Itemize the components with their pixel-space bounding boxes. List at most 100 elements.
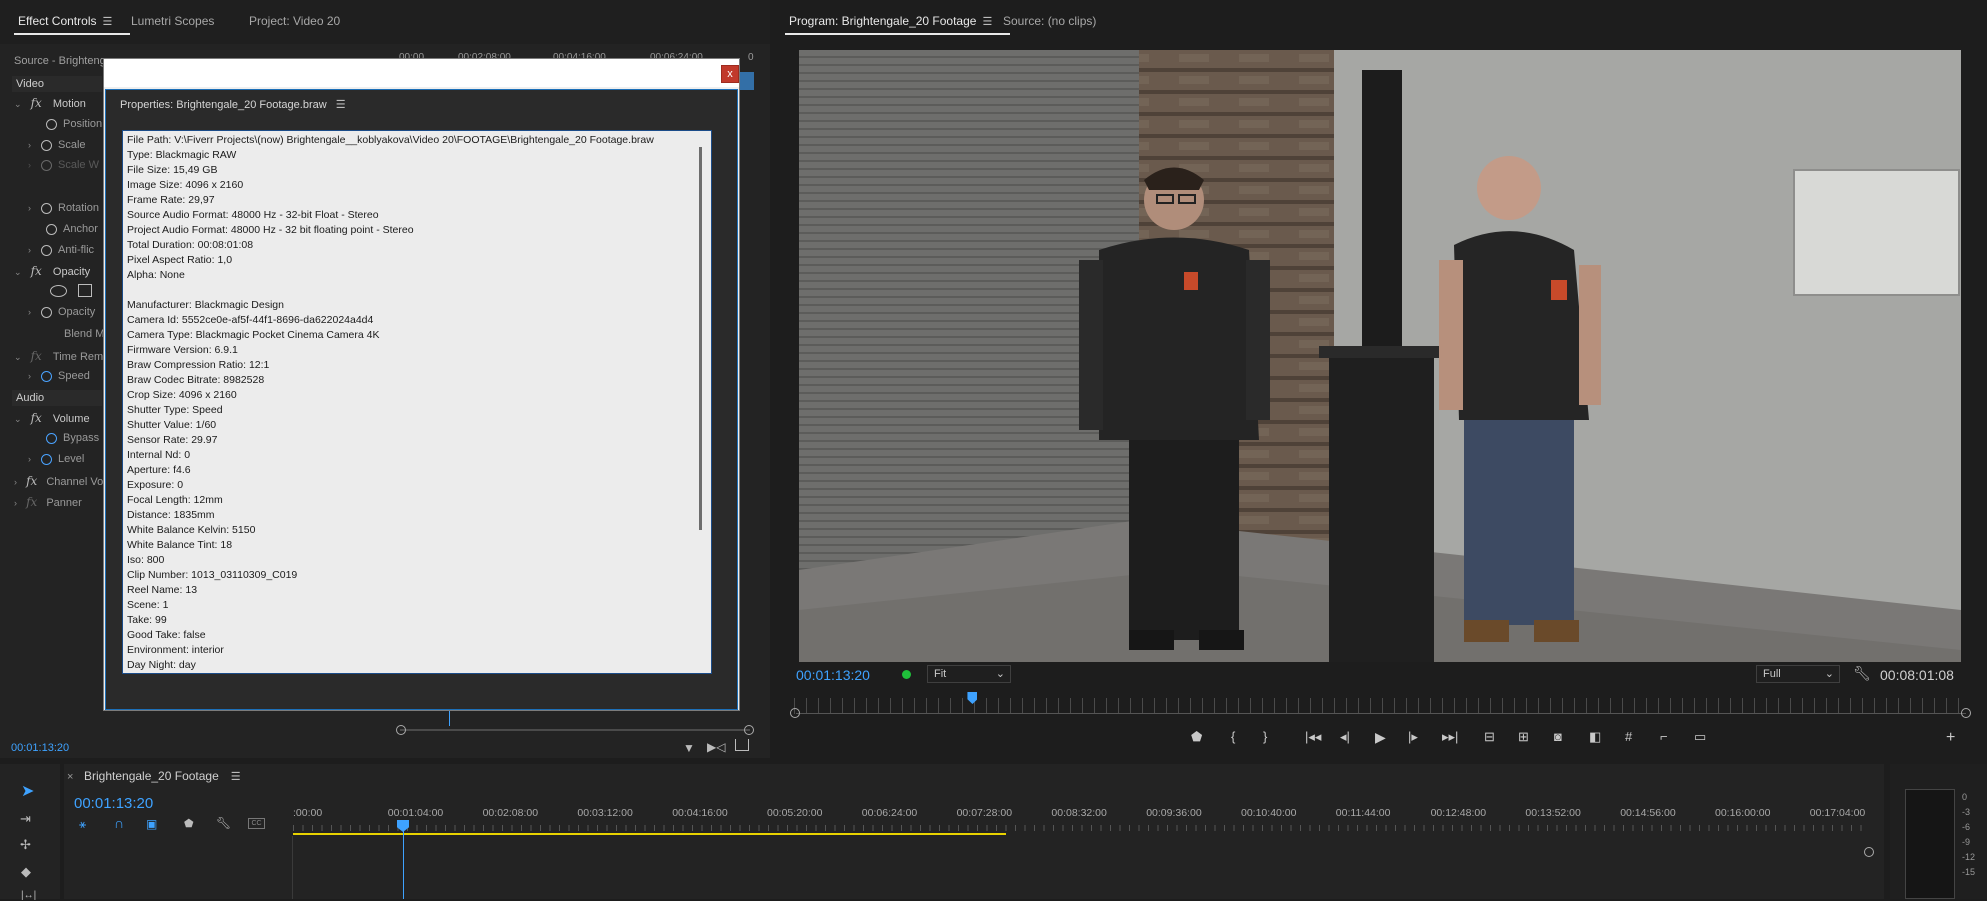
panner-effect[interactable]: › fx Panner — [14, 495, 82, 513]
param-anchor[interactable]: Anchor — [46, 223, 98, 241]
ec-timecode[interactable]: 00:01:13:20 — [11, 742, 69, 760]
tab-lumetri-scopes[interactable]: Lumetri Scopes — [131, 14, 214, 28]
fx-badge-icon[interactable]: fx — [31, 264, 42, 278]
ec-scroll-left-handle[interactable] — [396, 725, 406, 735]
param-blend-mode[interactable]: Blend M — [64, 328, 104, 346]
stopwatch-icon[interactable] — [46, 118, 57, 130]
go-to-in-button[interactable]: |◂◂ — [1305, 729, 1321, 745]
param-level[interactable]: › Level — [28, 453, 84, 471]
opacity-effect[interactable]: ⌄ fx Opacity — [14, 264, 90, 282]
dialog-titlebar[interactable] — [104, 59, 739, 87]
zoom-left-handle[interactable] — [790, 708, 800, 718]
timeline-scroll-handle[interactable] — [1864, 847, 1874, 857]
wrench-settings-icon[interactable]: 🔧︎ — [1853, 665, 1871, 682]
chevron-right-icon[interactable]: › — [28, 307, 31, 317]
export-frame-camera-icon[interactable]: ◙ — [1554, 729, 1562, 744]
rectangle-mask-icon[interactable] — [78, 284, 92, 297]
tab-program[interactable]: Program: Brightengale_20 Footage ☰ — [784, 14, 1011, 35]
chevron-right-icon[interactable]: › — [28, 140, 31, 150]
param-opacity[interactable]: › Opacity — [28, 306, 95, 324]
param-anti-flicker[interactable]: › Anti-flic — [28, 244, 94, 262]
safe-margins-button[interactable]: # — [1625, 729, 1632, 744]
stopwatch-icon[interactable] — [41, 244, 52, 256]
chevron-right-icon[interactable]: › — [28, 203, 31, 213]
mark-in-button[interactable]: { — [1231, 729, 1235, 744]
volume-effect[interactable]: ⌄ fx Volume — [14, 411, 90, 429]
time-remap-effect[interactable]: ⌄ fx Time Rem — [14, 349, 103, 367]
track-select-tool-icon[interactable]: ⇥ — [20, 811, 31, 827]
param-rotation[interactable]: › Rotation — [28, 202, 99, 220]
chevron-right-icon[interactable]: › — [14, 498, 17, 508]
panel-menu-icon[interactable]: ☰ — [102, 16, 112, 28]
guides-button[interactable]: ⌐ — [1660, 729, 1668, 744]
close-button[interactable]: x — [721, 65, 739, 83]
stopwatch-icon[interactable] — [41, 453, 52, 465]
panel-menu-icon[interactable]: ☰ — [982, 16, 992, 28]
add-button-icon[interactable]: + — [1946, 729, 1955, 747]
filter-icon[interactable]: ▼ — [683, 741, 695, 755]
chevron-down-icon[interactable]: ⌄ — [14, 414, 22, 424]
chevron-down-icon[interactable]: ⌄ — [14, 267, 22, 277]
channel-volume-effect[interactable]: › fx Channel Vo — [14, 474, 103, 492]
snap-icon[interactable]: ⚹ — [79, 817, 86, 832]
fx-badge-icon[interactable]: fx — [31, 411, 42, 425]
play-button[interactable]: ▶ — [1375, 729, 1386, 746]
nest-sequence-icon[interactable]: ▣ — [146, 817, 157, 831]
ripple-edit-tool-icon[interactable]: ✢ — [20, 837, 31, 853]
tab-source[interactable]: Source: (no clips) — [1003, 14, 1096, 28]
program-zoom-bar[interactable] — [796, 713, 1966, 714]
panel-menu-icon[interactable]: ☰ — [231, 771, 241, 783]
chevron-right-icon[interactable]: › — [28, 371, 31, 381]
stopwatch-icon[interactable] — [41, 370, 52, 382]
properties-text-area[interactable]: File Path: V:\Fiverr Projects\(now) Brig… — [122, 130, 712, 674]
play-audio-icon[interactable]: ▶◁ — [707, 740, 725, 754]
razor-tool-icon[interactable]: ◆ — [21, 864, 31, 880]
stopwatch-icon[interactable] — [41, 306, 52, 318]
chevron-down-icon[interactable]: ⌄ — [14, 352, 22, 362]
add-marker-button[interactable]: ⬟ — [1191, 729, 1202, 745]
program-timecode[interactable]: 00:01:13:20 — [796, 667, 870, 683]
chevron-down-icon[interactable]: ⌄ — [14, 99, 22, 109]
timeline-timecode[interactable]: 00:01:13:20 — [74, 795, 153, 812]
chevron-right-icon[interactable]: › — [28, 454, 31, 464]
slip-tool-icon[interactable]: |↔| — [21, 890, 36, 901]
close-sequence-icon[interactable]: × — [67, 771, 73, 783]
stopwatch-icon[interactable] — [46, 432, 57, 444]
vr-video-button[interactable]: ▭ — [1694, 729, 1706, 745]
tab-project[interactable]: Project: Video 20 — [249, 14, 340, 28]
fx-badge-icon[interactable]: fx — [26, 474, 37, 488]
linked-selection-icon[interactable]: ∩ — [114, 815, 124, 831]
timeline-settings-icon[interactable]: 🔧︎ — [216, 816, 231, 830]
lift-button[interactable]: ⊟ — [1484, 729, 1495, 745]
comparison-view-button[interactable]: ◧ — [1589, 729, 1601, 745]
chevron-right-icon[interactable]: › — [28, 245, 31, 255]
ec-playhead-marker[interactable] — [740, 72, 754, 90]
ellipse-mask-icon[interactable] — [50, 285, 67, 297]
ec-scroll-right-handle[interactable] — [744, 725, 754, 735]
stopwatch-icon[interactable] — [41, 202, 52, 214]
param-speed[interactable]: › Speed — [28, 370, 90, 388]
properties-menu-icon[interactable]: ☰ — [336, 99, 346, 111]
sequence-tab[interactable]: Brightengale_20 Footage ☰ — [84, 769, 241, 783]
stopwatch-icon[interactable] — [46, 223, 57, 235]
mark-out-button[interactable]: } — [1263, 729, 1267, 744]
motion-effect[interactable]: ⌄ fx Motion — [14, 96, 86, 114]
quality-select[interactable]: Full ⌄ — [1756, 665, 1840, 683]
program-video-frame[interactable] — [799, 50, 1961, 662]
param-bypass[interactable]: Bypass — [46, 432, 99, 450]
chevron-right-icon[interactable]: › — [14, 477, 17, 487]
step-back-button[interactable]: ◂| — [1340, 729, 1350, 745]
extract-button[interactable]: ⊞ — [1518, 729, 1529, 745]
export-icon[interactable] — [735, 739, 749, 751]
properties-scrollbar[interactable] — [699, 147, 702, 530]
add-marker-icon[interactable]: ⬟ — [184, 817, 194, 830]
ec-scroll-track[interactable] — [400, 729, 750, 731]
step-forward-button[interactable]: |▸ — [1408, 729, 1418, 745]
captions-icon[interactable]: CC — [248, 818, 265, 829]
stopwatch-icon[interactable] — [41, 139, 52, 151]
zoom-right-handle[interactable] — [1961, 708, 1971, 718]
fit-select[interactable]: Fit ⌄ — [927, 665, 1011, 683]
fx-badge-icon[interactable]: fx — [31, 96, 42, 110]
param-scale[interactable]: › Scale — [28, 139, 86, 157]
go-to-out-button[interactable]: ▸▸| — [1442, 729, 1458, 745]
